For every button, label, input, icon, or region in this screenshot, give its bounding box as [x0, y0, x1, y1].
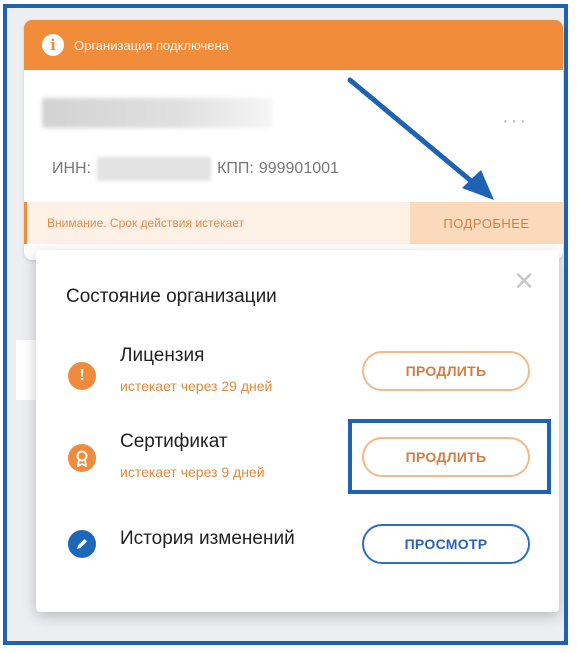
annotation-arrow [347, 77, 494, 200]
arrow-shaft [347, 77, 479, 188]
